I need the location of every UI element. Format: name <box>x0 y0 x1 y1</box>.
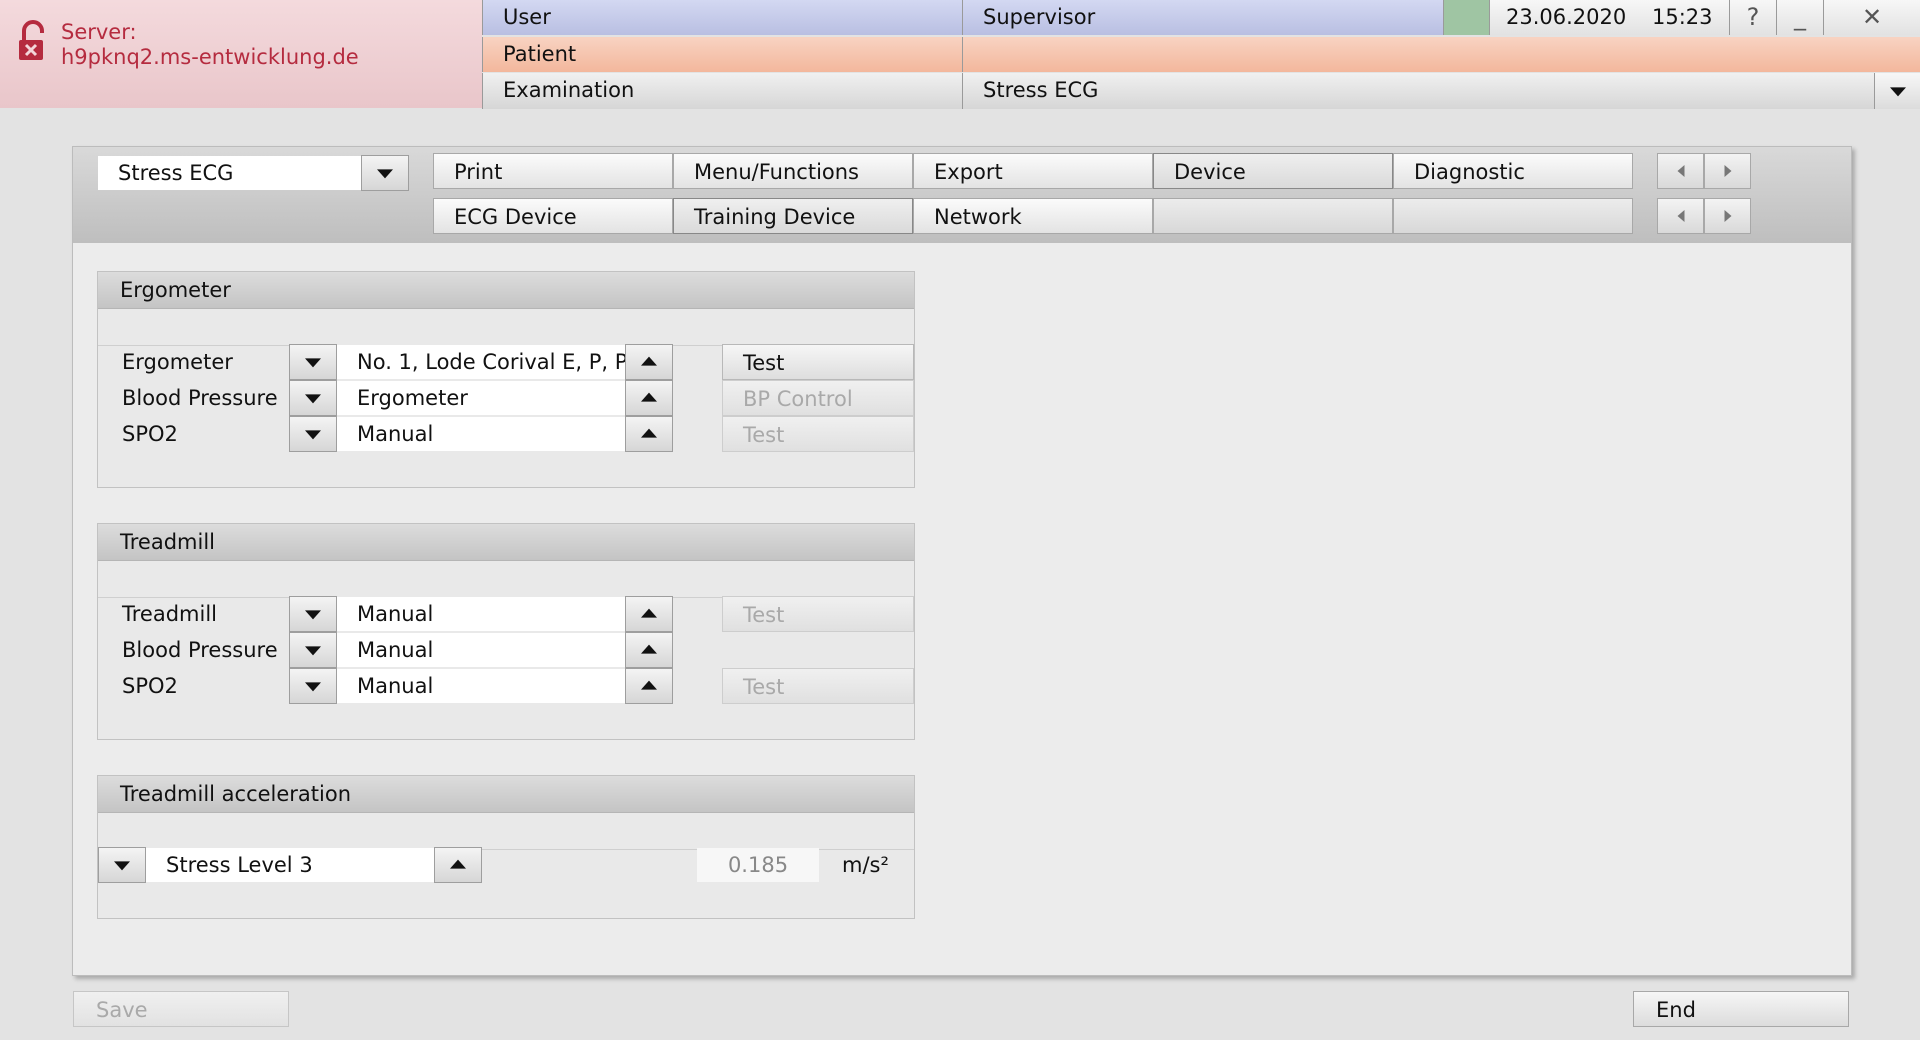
chevron-up-icon <box>641 392 657 402</box>
date-text: 23.06.2020 <box>1506 5 1627 29</box>
tabs-row1-next-button[interactable] <box>1704 153 1751 189</box>
ergometer-select[interactable]: No. 1, Lode Corival E, P, P <box>337 345 625 379</box>
treadmill-bp-next-button[interactable] <box>625 632 673 668</box>
module-dropdown-button[interactable] <box>361 155 409 191</box>
ergometer-spo2-label: SPO2 <box>122 422 178 446</box>
treadmill-acceleration-group: Treadmill acceleration <box>97 775 915 919</box>
treadmill-spo2-prev-button[interactable] <box>289 668 337 704</box>
treadmill-bp-select[interactable]: Manual <box>337 633 625 667</box>
treadmill-spo2-next-button[interactable] <box>625 668 673 704</box>
module-select[interactable]: Stress ECG <box>98 156 361 190</box>
tab-export[interactable]: Export <box>913 153 1153 189</box>
chevron-up-icon <box>641 356 657 366</box>
ergometer-spo2-select[interactable]: Manual <box>337 417 625 451</box>
bp-control-button: BP Control <box>722 380 914 416</box>
treadmill-bp-prev-button[interactable] <box>289 632 337 668</box>
acceleration-unit: m/s² <box>842 853 889 877</box>
ergometer-next-button[interactable] <box>625 344 673 380</box>
group-spacer <box>98 309 914 346</box>
help-icon: ? <box>1746 3 1760 31</box>
user-value[interactable]: Supervisor <box>962 0 1443 35</box>
patient-label: Patient <box>482 37 962 72</box>
treadmill-prev-button[interactable] <box>289 596 337 632</box>
server-host: h9pknq2.ms-entwicklung.de <box>61 45 359 69</box>
group-title: Treadmill <box>98 524 914 561</box>
tabs-row1-prev-button[interactable] <box>1657 153 1704 189</box>
chevron-left-icon <box>1677 210 1684 222</box>
chevron-down-icon <box>305 610 321 620</box>
chevron-right-icon <box>1724 210 1731 222</box>
tab-empty <box>1153 198 1393 234</box>
user-label: User <box>482 0 962 35</box>
tab-device[interactable]: Device <box>1153 153 1393 189</box>
group-spacer <box>98 813 914 850</box>
chevron-down-icon <box>305 394 321 404</box>
minimize-icon: _ <box>1794 3 1806 31</box>
chevron-down-icon <box>114 861 130 871</box>
group-title: Treadmill acceleration <box>98 776 914 813</box>
chevron-left-icon <box>1677 165 1684 177</box>
spo2-test-button: Test <box>722 416 914 452</box>
minimize-button[interactable]: _ <box>1776 0 1823 35</box>
stress-level-prev-button[interactable] <box>98 847 146 883</box>
examination-label: Examination <box>482 73 962 109</box>
ergometer-test-button[interactable]: Test <box>722 344 914 380</box>
chevron-right-icon <box>1724 165 1731 177</box>
treadmill-next-button[interactable] <box>625 596 673 632</box>
close-icon: ✕ <box>1861 3 1883 31</box>
treadmill-test-button: Test <box>722 596 914 632</box>
datetime-display: 23.06.2020 15:23 <box>1489 0 1729 35</box>
tab-menu-functions[interactable]: Menu/Functions <box>673 153 913 189</box>
treadmill-spo2-select[interactable]: Manual <box>337 669 625 703</box>
tab-ecg-device[interactable]: ECG Device <box>433 198 673 234</box>
tab-empty <box>1393 198 1633 234</box>
ergometer-bp-select[interactable]: Ergometer <box>337 381 625 415</box>
chevron-up-icon <box>641 608 657 618</box>
tab-print[interactable]: Print <box>433 153 673 189</box>
treadmill-bp-label: Blood Pressure <box>122 638 278 662</box>
ergometer-spo2-next-button[interactable] <box>625 416 673 452</box>
examination-dropdown-button[interactable] <box>1874 73 1920 109</box>
tabs-row2-next-button[interactable] <box>1704 198 1751 234</box>
unlocked-lock-icon <box>19 20 44 60</box>
ergometer-label: Ergometer <box>122 350 233 374</box>
tab-diagnostic[interactable]: Diagnostic <box>1393 153 1633 189</box>
time-text: 15:23 <box>1652 5 1713 29</box>
group-spacer <box>98 561 914 598</box>
treadmill-spo2-test-button: Test <box>722 668 914 704</box>
stress-level-select[interactable]: Stress Level 3 <box>146 848 434 882</box>
ergometer-prev-button[interactable] <box>289 344 337 380</box>
ergometer-bp-prev-button[interactable] <box>289 380 337 416</box>
treadmill-label: Treadmill <box>122 602 217 626</box>
chevron-up-icon <box>450 859 466 869</box>
chevron-up-icon <box>641 680 657 690</box>
chevron-down-icon <box>1889 87 1906 97</box>
save-button: Save <box>73 991 289 1027</box>
tabs-row2-prev-button[interactable] <box>1657 198 1704 234</box>
chevron-down-icon <box>305 358 321 368</box>
ergometer-bp-label: Blood Pressure <box>122 386 278 410</box>
chevron-up-icon <box>641 644 657 654</box>
acceleration-value-field: 0.185 <box>697 848 819 882</box>
ergometer-spo2-prev-button[interactable] <box>289 416 337 452</box>
ergometer-bp-next-button[interactable] <box>625 380 673 416</box>
treadmill-spo2-label: SPO2 <box>122 674 178 698</box>
stress-level-next-button[interactable] <box>434 847 482 883</box>
tab-training-device[interactable]: Training Device <box>673 198 913 234</box>
group-title: Ergometer <box>98 272 914 309</box>
tab-network[interactable]: Network <box>913 198 1153 234</box>
patient-value[interactable] <box>962 37 1920 72</box>
close-button[interactable]: ✕ <box>1823 0 1920 35</box>
help-button[interactable]: ? <box>1729 0 1776 35</box>
examination-value[interactable]: Stress ECG <box>962 73 1874 109</box>
chevron-down-icon <box>377 169 393 179</box>
end-button[interactable]: End <box>1633 991 1849 1027</box>
chevron-down-icon <box>305 430 321 440</box>
chevron-down-icon <box>305 646 321 656</box>
treadmill-select[interactable]: Manual <box>337 597 625 631</box>
server-label: Server: <box>61 20 137 44</box>
status-indicator <box>1443 0 1489 35</box>
chevron-up-icon <box>641 428 657 438</box>
chevron-down-icon <box>305 682 321 692</box>
